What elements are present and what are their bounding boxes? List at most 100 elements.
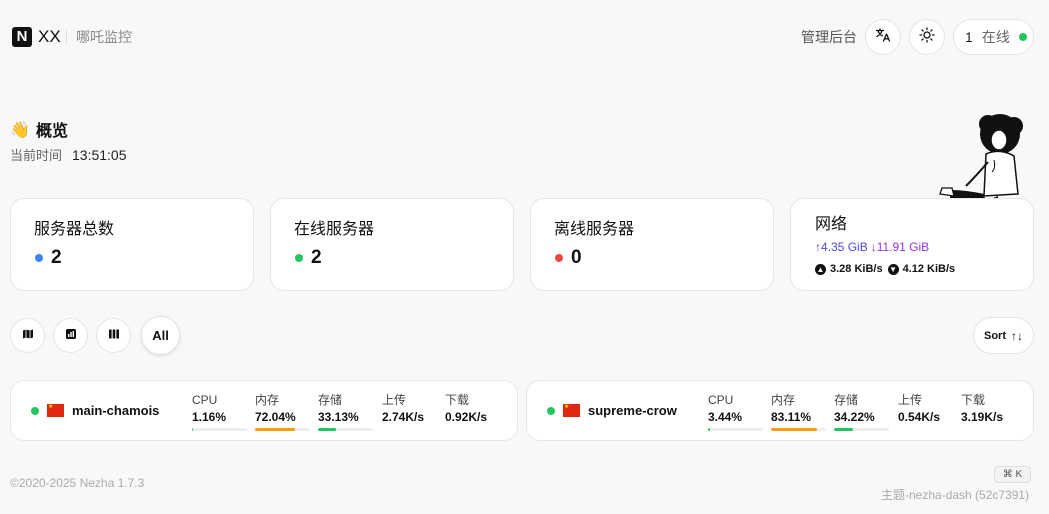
network-total: ↑4.35 GiB ↓11.91 GiB: [815, 240, 929, 255]
stat-title: 服务器总数: [34, 221, 115, 238]
columns-icon: [108, 327, 120, 345]
chart-icon: [65, 327, 77, 345]
disk-metric: 存储 34.22%: [834, 393, 889, 431]
metric-value: 34.22%: [834, 410, 875, 424]
metric-value: 2.74K/s: [382, 410, 425, 424]
arrow-up-circle-icon: ▲: [815, 263, 826, 275]
metric-value: 0.92K/s: [445, 410, 488, 424]
memory-bar-fill: [771, 428, 817, 431]
arrow-down-circle-icon: ▼: [887, 263, 899, 275]
disk-metric: 存储 33.13%: [318, 393, 373, 431]
stat-value: 2: [51, 247, 62, 268]
network-speed-up: 3.28 KiB/s: [830, 263, 883, 275]
status-dot: [35, 254, 43, 262]
metric-value: 83.11%: [771, 410, 812, 424]
online-dot: [31, 407, 39, 415]
stat-title: 离线服务器: [554, 221, 635, 238]
upload-metric: 上传 0.54K/s: [898, 393, 940, 425]
disk-bar-fill: [318, 428, 337, 431]
memory-metric: 内存 72.04%: [255, 393, 310, 431]
filter-all-button[interactable]: All: [141, 316, 180, 355]
network-total-up: ↑4.35 GiB: [815, 240, 868, 254]
disk-bar: [834, 428, 889, 431]
china-flag-icon: ★: [47, 404, 64, 417]
sun-icon: [919, 26, 935, 48]
sort-arrows-icon: ↑↓: [1011, 328, 1023, 343]
stat-card-offline[interactable]: 离线服务器 0: [530, 198, 774, 291]
current-time-value: 13:51:05: [72, 147, 127, 163]
server-card[interactable]: ★ main-chamois CPU 1.16% 内存 72.04% 存储 33…: [10, 380, 518, 441]
memory-bar-fill: [255, 428, 295, 431]
cpu-bar-fill: [192, 428, 194, 431]
copyright-text: ©2020-2025 Nezha 1.7.3: [10, 476, 145, 490]
cpu-metric: CPU 3.44%: [708, 393, 763, 431]
online-label: 在线: [981, 29, 1010, 45]
status-dot: [555, 254, 563, 262]
metric-label: 存储: [834, 393, 859, 407]
logo-icon[interactable]: N: [12, 27, 32, 47]
download-metric: 下载 0.92K/s: [445, 393, 487, 425]
metric-value: 0.54K/s: [898, 410, 941, 424]
stat-card-total[interactable]: 服务器总数 2: [10, 198, 254, 291]
memory-bar: [771, 428, 826, 431]
metric-label: 上传: [898, 393, 923, 407]
memory-bar: [255, 428, 310, 431]
network-speed: ▲ 3.28 KiB/s ▼ 4.12 KiB/s: [815, 262, 955, 276]
download-metric: 下载 3.19K/s: [961, 393, 1003, 425]
metric-value: 72.04%: [255, 410, 296, 424]
cpu-metric: CPU 1.16%: [192, 393, 247, 431]
status-dot: [295, 254, 303, 262]
sort-label: Sort: [984, 329, 1006, 342]
metric-label: CPU: [192, 393, 218, 407]
stat-value: 0: [571, 247, 582, 268]
memory-metric: 内存 83.11%: [771, 393, 826, 431]
metric-label: 内存: [255, 393, 280, 407]
wave-icon: 👋: [10, 122, 30, 139]
online-count: 1: [965, 29, 973, 45]
sort-button[interactable]: Sort ↑↓: [973, 317, 1034, 354]
site-name[interactable]: XX: [38, 27, 61, 47]
metric-value: 33.13%: [318, 410, 359, 424]
online-dot: [547, 407, 555, 415]
network-total-down: ↓11.91 GiB: [870, 240, 930, 254]
command-palette-shortcut[interactable]: ⌘ K: [994, 466, 1031, 483]
metric-label: 存储: [318, 393, 343, 407]
chart-view-button[interactable]: [53, 318, 88, 353]
server-name: supreme-crow: [588, 403, 677, 418]
upload-metric: 上传 2.74K/s: [382, 393, 424, 425]
map-icon: [22, 327, 34, 345]
server-card[interactable]: ★ supreme-crow CPU 3.44% 内存 83.11% 存储 34…: [526, 380, 1034, 441]
network-title: 网络: [815, 216, 848, 233]
stat-card-network[interactable]: 网络 ↑4.35 GiB ↓11.91 GiB ▲ 3.28 KiB/s ▼ 4.…: [790, 198, 1034, 291]
header: N XX 哪吒监控 管理后台 1 在线: [0, 0, 1049, 74]
theme-label[interactable]: 主题-nezha-dash (52c7391): [881, 488, 1029, 503]
map-view-button[interactable]: [10, 318, 45, 353]
metric-value: 3.19K/s: [961, 410, 1004, 424]
metric-label: 下载: [445, 393, 470, 407]
grid-view-button[interactable]: [96, 318, 131, 353]
cpu-bar: [192, 428, 247, 431]
stat-title: 在线服务器: [294, 221, 375, 238]
china-flag-icon: ★: [563, 404, 580, 417]
site-subtitle: 哪吒监控: [76, 29, 132, 45]
divider: [66, 30, 67, 45]
language-button[interactable]: [865, 19, 901, 55]
stat-value: 2: [311, 247, 322, 268]
online-dot: [1018, 33, 1027, 41]
page-title: 概览: [36, 123, 69, 140]
translate-icon: [875, 27, 891, 48]
metric-label: 下载: [961, 393, 986, 407]
metric-label: CPU: [708, 393, 734, 407]
cpu-bar-fill: [708, 428, 710, 431]
metric-value: 1.16%: [192, 410, 227, 424]
disk-bar: [318, 428, 373, 431]
metric-value: 3.44%: [708, 410, 743, 424]
disk-bar-fill: [834, 428, 853, 431]
metric-label: 上传: [382, 393, 407, 407]
theme-toggle-button[interactable]: [909, 19, 945, 55]
admin-link[interactable]: 管理后台: [801, 29, 857, 46]
cpu-bar: [708, 428, 763, 431]
metric-label: 内存: [771, 393, 796, 407]
stat-card-online[interactable]: 在线服务器 2: [270, 198, 514, 291]
online-status-pill[interactable]: 1 在线: [953, 19, 1034, 55]
